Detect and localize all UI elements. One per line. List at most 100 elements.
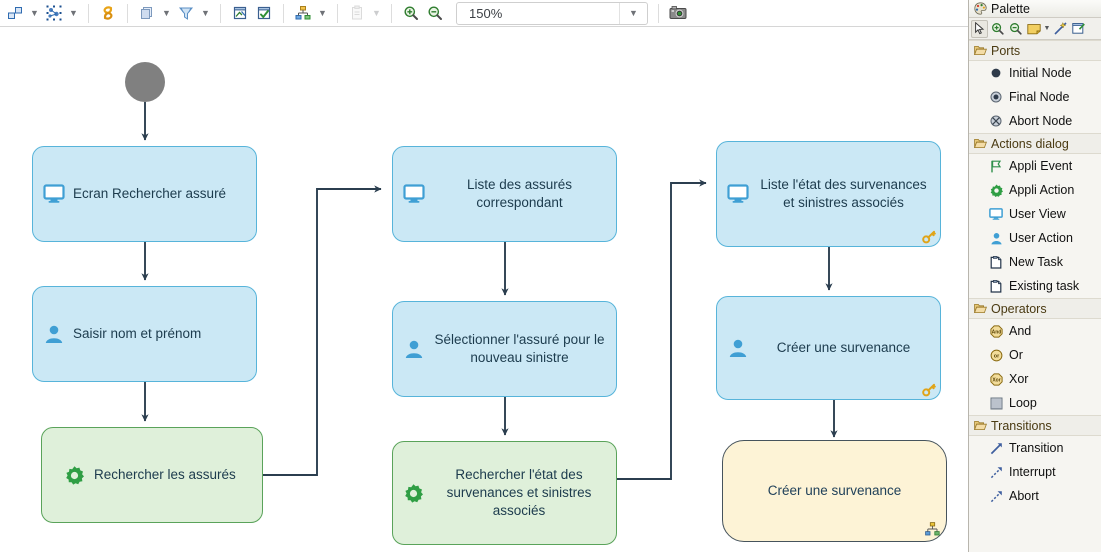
palette-item-interrupt[interactable]: Interrupt xyxy=(969,460,1101,484)
hierarchy-dropdown-icon[interactable]: ▼ xyxy=(315,2,330,25)
palette-item-xor-operator[interactable]: Xor Xor xyxy=(969,367,1101,391)
filter-icon[interactable] xyxy=(174,2,198,25)
zoom-level-combobox[interactable]: 150% ▼ xyxy=(456,1,648,25)
palette-item-label: Appli Event xyxy=(1009,159,1073,173)
diagram-node-creer-une-survenance-action[interactable]: Créer une survenance xyxy=(716,296,941,400)
diagram-node-selectionner-l-assure[interactable]: Sélectionner l'assuré pour le nouveau si… xyxy=(392,301,617,397)
palette-item-existing-task[interactable]: Existing task xyxy=(969,274,1101,298)
palette-item-label: Transition xyxy=(1009,441,1064,455)
node-label: Rechercher l'état des survenances et sin… xyxy=(446,467,592,518)
diagram-node-rechercher-etat-survenances[interactable]: Rechercher l'état des survenances et sin… xyxy=(392,441,617,545)
camera-icon[interactable] xyxy=(666,2,690,25)
main-toolbar: ▼ ▼ ▼ ▼ ▼ ▼ 150% ▼ xyxy=(0,0,968,27)
folder-open-icon xyxy=(973,302,987,316)
node-label: Sélectionner l'assuré pour le nouveau si… xyxy=(434,332,605,365)
initial-node-icon xyxy=(989,66,1003,80)
abort-icon xyxy=(989,489,1003,503)
palette-item-label: User View xyxy=(1009,207,1066,221)
zoom-out-icon[interactable] xyxy=(423,2,447,25)
abort-node-icon xyxy=(989,114,1003,128)
toolbar-group-zoom xyxy=(396,0,450,27)
palette-group-label: Transitions xyxy=(991,418,1052,433)
initial-node-shape xyxy=(125,62,165,102)
subprocess-icon xyxy=(925,522,940,537)
toolbar-group-appearance: ▼ ▼ xyxy=(132,0,216,27)
zoom-out-icon[interactable] xyxy=(1007,20,1024,38)
note-icon[interactable] xyxy=(1025,20,1042,38)
palette-item-final-node[interactable]: Final Node xyxy=(969,85,1101,109)
palette-title: Palette xyxy=(991,1,1030,16)
toolbar-group-diagram xyxy=(225,0,279,27)
palette-group-label: Ports xyxy=(991,43,1021,58)
diagram-node-liste-des-assures-correspondant[interactable]: Liste des assurés correspondant xyxy=(392,146,617,242)
key-icon xyxy=(922,383,936,397)
toolbar-separator xyxy=(337,3,338,23)
folder-open-icon xyxy=(973,44,987,58)
connector-group xyxy=(125,62,838,480)
appli-action-icon xyxy=(403,483,424,504)
diagram-editor-window: ▼ ▼ ▼ ▼ ▼ ▼ 150% ▼ Ecran Rechercher assu… xyxy=(0,0,1101,552)
palette-item-user-view[interactable]: User View xyxy=(969,202,1101,226)
diagram-node-creer-une-survenance-subprocess[interactable]: Créer une survenance xyxy=(722,440,947,542)
copy-appearance-icon[interactable] xyxy=(135,2,159,25)
node-label: Liste des assurés correspondant xyxy=(466,177,573,210)
palette-group-transitions[interactable]: Transitions xyxy=(969,415,1101,436)
diagram-node-saisir-nom-et-prenom[interactable]: Saisir nom et prénom xyxy=(32,286,257,382)
existing-task-icon xyxy=(989,279,1003,293)
folder-open-icon xyxy=(973,137,987,151)
diagram-node-liste-etat-survenances[interactable]: Liste l'état des survenances et sinistre… xyxy=(716,141,941,247)
note-link-icon[interactable] xyxy=(1052,20,1069,38)
palette-item-appli-event[interactable]: Appli Event xyxy=(969,154,1101,178)
palette-item-initial-node[interactable]: Initial Node xyxy=(969,61,1101,85)
diagram-node-rechercher-les-assures[interactable]: Rechercher les assurés xyxy=(41,427,263,523)
palette-group-ports[interactable]: Ports xyxy=(969,40,1101,61)
open-diagram-icon[interactable] xyxy=(228,2,252,25)
toolbar-separator xyxy=(127,3,128,23)
interrupt-icon xyxy=(989,465,1003,479)
refresh-icon[interactable] xyxy=(96,2,120,25)
filter-dropdown-icon[interactable]: ▼ xyxy=(198,2,213,25)
validate-diagram-icon[interactable] xyxy=(252,2,276,25)
diagram-canvas[interactable]: Ecran Rechercher assuré Saisir nom et pr… xyxy=(0,27,968,552)
palette-item-label: User Action xyxy=(1009,231,1073,245)
palette-item-new-task[interactable]: New Task xyxy=(969,250,1101,274)
palette-item-and-operator[interactable]: And And xyxy=(969,319,1101,343)
appli-action-icon xyxy=(64,465,85,486)
copy-appearance-dropdown-icon[interactable]: ▼ xyxy=(159,2,174,25)
toolbar-separator xyxy=(88,3,89,23)
arrange-dropdown-icon[interactable]: ▼ xyxy=(27,2,42,25)
palette-item-loop-operator[interactable]: Loop xyxy=(969,391,1101,415)
and-icon: And xyxy=(989,324,1003,338)
palette-item-abort[interactable]: Abort xyxy=(969,484,1101,508)
select-shapes-dropdown-icon[interactable]: ▼ xyxy=(66,2,81,25)
zoom-in-icon[interactable] xyxy=(989,20,1006,38)
chevron-down-icon[interactable]: ▼ xyxy=(619,2,647,24)
palette-item-user-action[interactable]: User Action xyxy=(969,226,1101,250)
palette-group-actions-dialog[interactable]: Actions dialog xyxy=(969,133,1101,154)
cursor-icon[interactable] xyxy=(971,19,988,38)
loop-icon xyxy=(989,396,1003,410)
palette-item-label: Existing task xyxy=(1009,279,1080,293)
zoom-in-icon[interactable] xyxy=(399,2,423,25)
palette-item-or-operator[interactable]: or Or xyxy=(969,343,1101,367)
note-dropdown-icon[interactable]: ▼ xyxy=(1043,25,1051,32)
diagram-node-ecran-rechercher-assure[interactable]: Ecran Rechercher assuré xyxy=(32,146,257,242)
palette-group-operators[interactable]: Operators xyxy=(969,298,1101,319)
palette-group-label: Operators xyxy=(991,301,1047,316)
select-shapes-icon[interactable] xyxy=(42,2,66,25)
arrange-icon[interactable] xyxy=(3,2,27,25)
palette-item-transition[interactable]: Transition xyxy=(969,436,1101,460)
person-icon xyxy=(989,231,1003,245)
palette-item-abort-node[interactable]: Abort Node xyxy=(969,109,1101,133)
new-element-icon[interactable] xyxy=(1070,20,1087,38)
toolbar-separator xyxy=(391,3,392,23)
palette-header: Palette xyxy=(969,0,1101,18)
folder-open-icon xyxy=(973,419,987,433)
node-label: Ecran Rechercher assuré xyxy=(73,186,227,202)
palette-panel: Palette ▼ Ports Initial Node Final Node … xyxy=(968,0,1101,552)
palette-item-appli-action[interactable]: Appli Action xyxy=(969,178,1101,202)
svg-text:And: And xyxy=(991,329,1001,335)
hierarchy-icon[interactable] xyxy=(291,2,315,25)
toolbar-group-refresh xyxy=(93,0,123,27)
gear-icon xyxy=(989,183,1003,197)
